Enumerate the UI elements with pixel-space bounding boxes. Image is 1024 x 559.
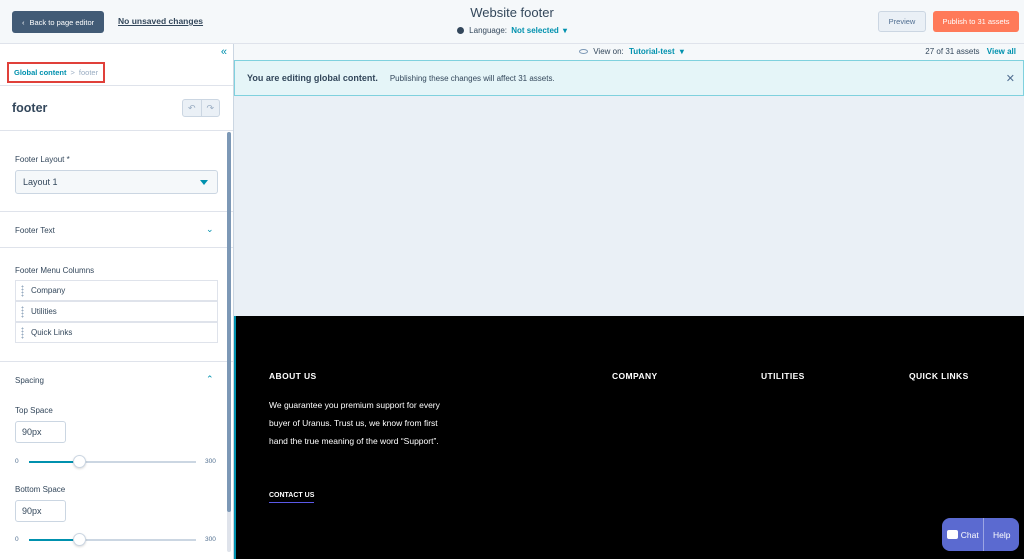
utilities-heading: UTILITIES (761, 371, 805, 381)
menu-column-item[interactable]: Quick Links (15, 322, 218, 343)
caret-down-icon (200, 180, 208, 185)
bottom-space-min: 0 (15, 536, 19, 543)
help-button[interactable]: Help (984, 518, 1019, 551)
bottom-space-slider[interactable] (29, 533, 196, 546)
chat-bubble-icon (946, 530, 958, 539)
company-heading: COMPANY (612, 371, 658, 381)
drag-handle-icon[interactable] (21, 285, 24, 297)
assets-info: 27 of 31 assets View all (925, 47, 1016, 56)
top-space-min: 0 (15, 458, 19, 465)
language-value[interactable]: Not selected (511, 26, 559, 35)
divider (0, 247, 233, 248)
menu-column-label: Quick Links (31, 328, 73, 337)
globe-icon (456, 27, 464, 34)
divider (0, 130, 233, 131)
view-on-label: View on: (593, 47, 624, 56)
chat-button[interactable]: Chat (942, 518, 985, 551)
close-icon[interactable]: ✕ (1006, 72, 1015, 85)
alert-message: Publishing these changes will affect 31 … (389, 73, 555, 83)
top-space-slider[interactable] (29, 455, 196, 468)
quick-links-heading: QUICK LINKS (909, 371, 969, 381)
preview-canvas (234, 96, 1024, 316)
language-selector[interactable]: Language: Not selected ▾ (0, 26, 1024, 35)
footer-menu-columns-label: Footer Menu Columns (15, 266, 95, 275)
caret-down-icon: ▾ (563, 26, 568, 35)
undo-icon[interactable]: ↶ (183, 100, 202, 116)
alert-title: You are editing global content. (247, 73, 378, 83)
view-all-link[interactable]: View all (987, 47, 1016, 56)
breadcrumb-separator: > (70, 68, 75, 77)
slider-fill (29, 461, 80, 463)
footer-layout-select[interactable]: Layout 1 (15, 170, 218, 194)
divider (0, 85, 233, 86)
drag-handle-icon[interactable] (21, 306, 24, 318)
collapse-sidebar-icon[interactable]: « (221, 46, 227, 58)
language-label: Language: (469, 26, 507, 35)
assets-count: 27 of 31 assets (925, 47, 980, 56)
bottom-space-max: 300 (205, 536, 216, 543)
contact-us-link[interactable]: CONTACT US (269, 492, 315, 503)
about-us-text: We guarantee you premium support for eve… (269, 400, 440, 446)
breadcrumb: Global content > footer (7, 62, 106, 83)
slider-fill (29, 539, 80, 541)
chat-label: Chat (960, 529, 979, 540)
top-space-label: Top Space (15, 406, 53, 415)
module-name: footer (12, 101, 48, 115)
spacing-label[interactable]: Spacing (15, 376, 44, 385)
scrollbar-thumb[interactable] (227, 132, 231, 512)
global-content-alert: You are editing global content. Publishi… (234, 60, 1024, 96)
bottom-space-input[interactable]: 90px (15, 500, 66, 522)
menu-column-item[interactable]: Utilities (15, 301, 218, 322)
breadcrumb-current: footer (78, 68, 99, 77)
footer-text-label[interactable]: Footer Text (15, 226, 55, 235)
chevron-down-icon[interactable]: ⌄ (206, 224, 214, 235)
breadcrumb-global-content[interactable]: Global content (14, 68, 67, 77)
drag-handle-icon[interactable] (21, 327, 24, 339)
publish-button[interactable]: Publish to 31 assets (933, 11, 1019, 32)
footer-preview[interactable]: ABOUT US We guarantee you premium suppor… (234, 316, 1024, 559)
slider-handle[interactable] (73, 455, 87, 468)
about-us-heading: ABOUT US (269, 371, 317, 381)
menu-column-label: Company (31, 286, 66, 295)
view-bar: View on: Tutorial-test ▾ 27 of 31 assets… (234, 44, 1024, 60)
undo-redo-group: ↶ ↷ (182, 99, 220, 117)
top-space-max: 300 (205, 458, 216, 465)
sidebar-panel: « Global content > footer footer ↶ ↷ Foo… (0, 44, 234, 559)
top-space-input[interactable]: 90px (15, 421, 66, 443)
preview-button[interactable]: Preview (878, 11, 926, 32)
view-on-value[interactable]: Tutorial-test (629, 47, 675, 56)
chat-widget: Chat Help (942, 518, 1019, 551)
caret-down-icon: ▾ (679, 47, 684, 56)
footer-layout-value: Layout 1 (23, 177, 58, 187)
bottom-space-label: Bottom Space (15, 485, 66, 494)
sidebar-scrollbar[interactable] (227, 132, 231, 552)
slider-handle[interactable] (73, 533, 87, 546)
redo-icon[interactable]: ↷ (202, 100, 220, 116)
footer-layout-label: Footer Layout * (15, 155, 70, 164)
eye-icon (579, 49, 588, 54)
view-on-selector[interactable]: View on: Tutorial-test ▾ (579, 47, 684, 56)
page-title: Website footer (470, 5, 554, 20)
menu-column-item[interactable]: Company (15, 280, 218, 301)
chevron-up-icon[interactable]: ⌃ (206, 374, 214, 385)
menu-column-label: Utilities (31, 307, 57, 316)
divider (0, 211, 233, 212)
editor-topbar: ‹ Back to page editor No unsaved changes… (0, 0, 1024, 44)
divider (0, 361, 233, 362)
